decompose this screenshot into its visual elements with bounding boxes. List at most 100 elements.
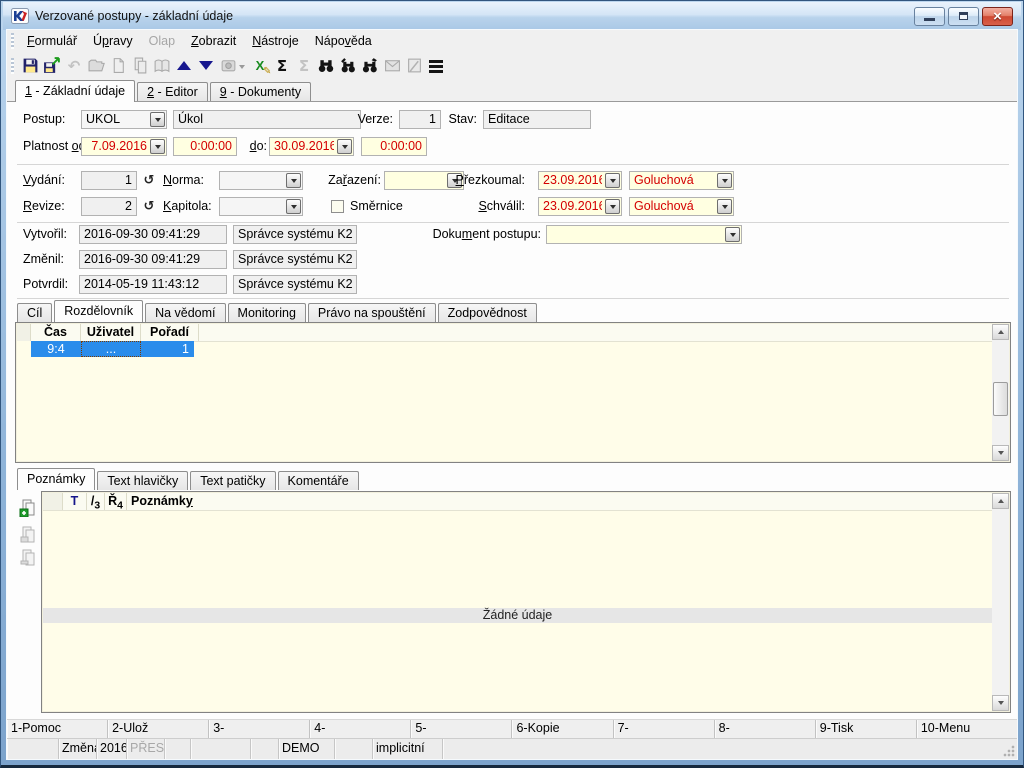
scroll-down-icon[interactable]: [992, 445, 1009, 461]
col-frac[interactable]: /3: [87, 493, 105, 510]
notes-scrollbar[interactable]: [992, 493, 1009, 711]
window-title: Verzované postupy - základní údaje: [35, 9, 914, 23]
tab-rozdelovnik[interactable]: Rozdělovník: [54, 300, 143, 322]
close-icon: ×: [993, 9, 1002, 24]
dist-grid-scrollbar[interactable]: [992, 324, 1009, 461]
fkey-6[interactable]: 6-Kopie: [512, 720, 613, 738]
fkey-7[interactable]: 7-: [614, 720, 715, 738]
dropdown-icon[interactable]: [150, 139, 165, 154]
history-icon[interactable]: ↺: [141, 197, 157, 216]
find-special-icon[interactable]: [359, 56, 381, 76]
tab-komentare[interactable]: Komentáře: [278, 471, 359, 490]
schvalil-name-combo[interactable]: Goluchová: [629, 197, 734, 216]
platnost-od-time-field[interactable]: 0:00:00: [173, 137, 237, 156]
save-version-icon[interactable]: [41, 56, 63, 76]
col-uzivatel[interactable]: Uživatel: [81, 324, 141, 341]
tab-zodpovednost[interactable]: Zodpovědnost: [438, 303, 537, 322]
cell-cas[interactable]: 9:4: [31, 341, 81, 357]
scroll-up-icon[interactable]: [992, 493, 1009, 509]
prezkoumal-date-combo[interactable]: 23.09.2016: [538, 171, 622, 190]
find-next-icon[interactable]: [337, 56, 359, 76]
history-icon[interactable]: ↺: [141, 171, 157, 190]
tab-text-paticky[interactable]: Text patičky: [190, 471, 275, 490]
scroll-thumb[interactable]: [993, 382, 1008, 416]
cell-uzivatel[interactable]: ...: [81, 341, 141, 357]
dokument-postupu-combo[interactable]: [546, 225, 742, 244]
col-cas[interactable]: Čas: [31, 324, 81, 341]
fkey-2[interactable]: 2-Ulož: [108, 720, 209, 738]
tab-editor[interactable]: 2 - Editor: [137, 82, 208, 101]
tab-dokumenty[interactable]: 9 - Dokumenty: [210, 82, 311, 101]
fkey-5[interactable]: 5-: [411, 720, 512, 738]
cell-poradi[interactable]: 1: [141, 341, 194, 357]
menu-upravy[interactable]: Úpravy: [85, 32, 141, 50]
kapitola-combo[interactable]: [219, 197, 303, 216]
find-icon[interactable]: [315, 56, 337, 76]
schvalil-date-combo[interactable]: 23.09.2016: [538, 197, 622, 216]
tab-text-hlavicky[interactable]: Text hlavičky: [97, 471, 188, 490]
menu-lines-icon[interactable]: [425, 56, 447, 76]
dropdown-icon[interactable]: [150, 112, 165, 127]
postup-code-combo[interactable]: UKOL: [81, 110, 167, 129]
menu-formular[interactable]: Formulář: [19, 32, 85, 50]
menubar-grip[interactable]: [11, 33, 14, 49]
fkey-8[interactable]: 8-: [715, 720, 816, 738]
move-down-icon[interactable]: [195, 56, 217, 76]
dropdown-icon[interactable]: [286, 173, 301, 188]
fkey-3[interactable]: 3-: [209, 720, 310, 738]
col-poradi[interactable]: Pořadí: [141, 324, 199, 341]
copy-note-icon: [19, 526, 37, 544]
no-data-label: Žádné údaje: [43, 608, 992, 623]
title-bar[interactable]: Verzované postupy - základní údaje ×: [3, 2, 1021, 30]
dropdown-icon[interactable]: [717, 173, 732, 188]
dropdown-icon[interactable]: [717, 199, 732, 214]
dropdown-icon[interactable]: [337, 139, 352, 154]
scroll-up-icon[interactable]: [992, 324, 1009, 340]
table-row[interactable]: 9:4 ... 1: [17, 341, 194, 357]
tab-pravo-na-spousteni[interactable]: Právo na spouštění: [308, 303, 436, 322]
fkey-4[interactable]: 4-: [310, 720, 411, 738]
tab-zakladni-udaje[interactable]: 1 - Základní údaje: [15, 80, 135, 102]
resize-grip[interactable]: [1003, 745, 1015, 757]
excel-edit-icon[interactable]: X: [249, 56, 271, 76]
postup-name-field[interactable]: Úkol: [173, 110, 361, 129]
menu-nastroje[interactable]: Nástroje: [244, 32, 307, 50]
fkey-10[interactable]: 10-Menu: [917, 720, 1017, 738]
platnost-od-date-combo[interactable]: 7.09.2016: [81, 137, 167, 156]
add-note-icon[interactable]: [19, 499, 37, 517]
dropdown-icon[interactable]: [725, 227, 740, 242]
prezkoumal-name-combo[interactable]: Goluchová: [629, 171, 734, 190]
tab-monitoring[interactable]: Monitoring: [228, 303, 306, 322]
menu-napoveda[interactable]: Nápověda: [307, 32, 380, 50]
stav-field: Editace: [483, 110, 591, 129]
dropdown-icon[interactable]: [605, 173, 620, 188]
minimize-icon: [924, 18, 935, 21]
zmenil-label: Změnil:: [23, 250, 64, 269]
potvrdil-datetime-field: 2014-05-19 11:43:12: [79, 275, 227, 294]
fkey-1[interactable]: 1-Pomoc: [7, 720, 108, 738]
status-blank: [7, 739, 59, 759]
toolbar-grip[interactable]: [11, 58, 14, 74]
menu-zobrazit[interactable]: Zobrazit: [183, 32, 244, 50]
save-icon[interactable]: [19, 56, 41, 76]
move-up-icon[interactable]: [173, 56, 195, 76]
tab-poznamky[interactable]: Poznámky: [17, 468, 95, 490]
tab-cil[interactable]: Cíl: [17, 303, 52, 322]
dropdown-icon[interactable]: [286, 199, 301, 214]
close-button[interactable]: ×: [982, 7, 1013, 26]
restore-button[interactable]: [948, 7, 979, 26]
scroll-down-icon[interactable]: [992, 695, 1009, 711]
tab-na-vedomi[interactable]: Na vědomí: [145, 303, 225, 322]
platnost-do-time-field[interactable]: 0:00:00: [361, 137, 427, 156]
minimize-button[interactable]: [914, 7, 945, 26]
dropdown-icon[interactable]: [605, 199, 620, 214]
edit-icon: [403, 56, 425, 76]
sum-icon[interactable]: Σ: [271, 56, 293, 76]
col-type[interactable]: T: [63, 493, 87, 510]
col-r[interactable]: Ř4: [105, 493, 127, 510]
norma-combo[interactable]: [219, 171, 303, 190]
fkey-9[interactable]: 9-Tisk: [816, 720, 917, 738]
platnost-do-date-combo[interactable]: 30.09.2016: [269, 137, 354, 156]
smernice-checkbox[interactable]: [331, 200, 344, 213]
col-poznamky[interactable]: Poznámky: [127, 493, 992, 510]
